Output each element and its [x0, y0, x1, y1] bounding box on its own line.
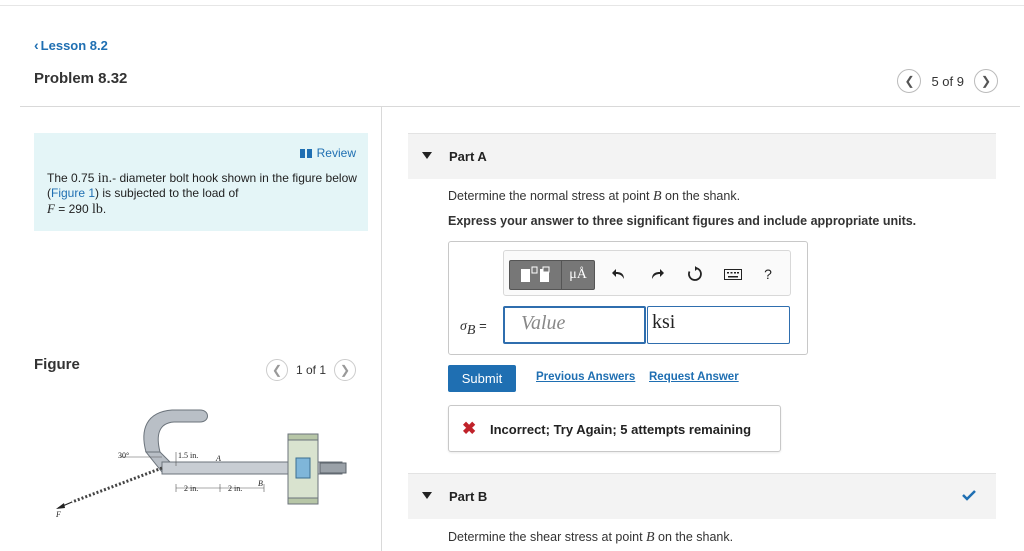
height-label: 1.5 in.: [178, 451, 198, 460]
figure-pager: ❮ 1 of 1 ❯: [266, 359, 357, 381]
feedback-message: ✖ Incorrect; Try Again; 5 attempts remai…: [448, 405, 781, 452]
chevron-left-icon: ❮: [904, 74, 915, 88]
incorrect-x-icon: ✖: [462, 419, 477, 438]
lesson-link-label: Lesson 8.2: [40, 37, 108, 53]
back-to-lesson-link[interactable]: ‹ Lesson 8.2: [34, 37, 108, 53]
force-arrowhead: [56, 503, 65, 509]
question-text: on the shank.: [661, 189, 741, 203]
part-a-instructions: Express your answer to three significant…: [448, 214, 917, 228]
keyboard-icon[interactable]: [723, 264, 743, 284]
submit-button[interactable]: Submit: [448, 365, 516, 392]
templates-icon: [520, 266, 549, 282]
problem-pager: ❮ 5 of 9 ❯: [897, 69, 998, 93]
part-a-header[interactable]: Part A: [408, 133, 996, 179]
load-unit: lb: [91, 202, 103, 217]
problem-title: Problem 8.32: [34, 70, 128, 87]
angle-label: 30°: [118, 451, 129, 460]
checkmark-icon: [962, 490, 976, 501]
force-label: F: [55, 510, 61, 519]
question-point: B: [652, 189, 662, 204]
help-icon[interactable]: ?: [758, 264, 778, 284]
diameter-value: 0.75: [71, 171, 95, 185]
question-text: on the shank.: [654, 530, 734, 544]
load-line: [71, 466, 163, 504]
top-divider: [0, 5, 1024, 6]
dim-label-1: 2 in.: [184, 484, 198, 493]
intro-text: ) is subjected to the load of: [95, 186, 239, 200]
part-a-question: Determine the normal stress at point B o…: [448, 189, 740, 205]
column-divider: [381, 106, 382, 551]
units-button[interactable]: μÅ: [562, 261, 594, 289]
intro-text: .: [102, 202, 107, 216]
equals-sign: =: [475, 318, 487, 333]
problem-page-indicator: 5 of 9: [931, 73, 964, 89]
reset-icon[interactable]: [685, 264, 705, 284]
chevron-right-icon: ❯: [980, 74, 992, 88]
diameter-unit: in.: [97, 171, 113, 186]
collapse-triangle-icon: [422, 492, 432, 499]
previous-answers-link[interactable]: Previous Answers: [536, 371, 635, 383]
part-a-title: Part A: [449, 149, 487, 164]
redo-icon[interactable]: [647, 264, 667, 284]
templates-button[interactable]: [510, 261, 562, 289]
value-input[interactable]: Value: [503, 306, 646, 344]
next-problem-button[interactable]: ❯: [974, 69, 998, 93]
question-text: Determine the normal stress at point: [448, 189, 653, 203]
question-point: B: [646, 530, 655, 545]
feedback-text: Incorrect; Try Again; 5 attempts remaini…: [490, 422, 752, 437]
plate-bottom: [287, 497, 319, 505]
answer-box: μÅ ? σB = Value ksi: [448, 241, 808, 355]
part-b-question: Determine the shear stress at point B on…: [448, 530, 733, 546]
intro-text: The: [47, 171, 72, 185]
load-value: = 290: [54, 202, 92, 216]
load-symbol: F: [47, 201, 55, 216]
figure-heading: Figure: [34, 356, 80, 373]
threaded-end: [319, 462, 347, 474]
problem-statement: The 0.75 in.- diameter bolt hook shown i…: [47, 171, 357, 217]
figure-page-indicator: 1 of 1: [296, 363, 327, 377]
part-b-header[interactable]: Part B: [408, 473, 996, 519]
figure-link[interactable]: Figure 1: [51, 186, 95, 200]
bolt-hook-figure[interactable]: 30° 1.5 in. A B 2 in. 2 in. F: [50, 400, 360, 525]
question-text: Determine the shear stress at point: [448, 530, 647, 544]
math-toolbar: μÅ ?: [503, 250, 791, 296]
chevron-left-icon: ‹: [34, 37, 39, 53]
header-divider: [20, 106, 1020, 107]
units-input[interactable]: ksi: [647, 306, 790, 344]
request-answer-link[interactable]: Request Answer: [649, 371, 739, 383]
plate-top: [287, 433, 319, 441]
chevron-left-icon: ❮: [271, 363, 283, 377]
nut: [295, 457, 311, 479]
chevron-right-icon: ❯: [340, 363, 351, 377]
review-link[interactable]: Review: [299, 146, 356, 160]
collapse-triangle-icon: [422, 152, 432, 159]
variable-label: σB =: [460, 318, 487, 339]
template-button-group: μÅ: [509, 260, 595, 290]
dim-label-2: 2 in.: [228, 484, 242, 493]
point-b-label: B: [258, 479, 263, 488]
review-label: Review: [316, 146, 356, 160]
point-a-label: A: [215, 454, 221, 463]
next-figure-button[interactable]: ❯: [334, 359, 357, 381]
undo-icon[interactable]: [609, 264, 629, 284]
previous-problem-button[interactable]: ❮: [897, 69, 922, 93]
part-b-title: Part B: [449, 489, 488, 504]
hook-curve: [143, 409, 208, 453]
book-icon: [299, 148, 312, 158]
variable-symbol: σ: [460, 319, 467, 334]
problem-intro-panel: Review The 0.75 in.- diameter bolt hook …: [34, 133, 368, 231]
previous-figure-button[interactable]: ❮: [266, 359, 288, 381]
